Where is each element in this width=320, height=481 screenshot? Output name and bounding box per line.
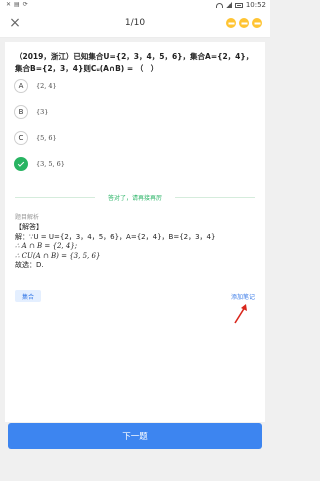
header: × 1/10	[0, 10, 270, 38]
option-text: {5, 6}	[36, 134, 57, 142]
pointer-arrow-icon	[234, 304, 247, 324]
status-left-icons: ✕ ▤ ⟳	[6, 1, 28, 8]
analysis-line: 故选：D.	[15, 261, 44, 269]
battery-icon	[234, 2, 243, 8]
status-right-icons: 10:52	[215, 1, 266, 9]
wifi-icon	[215, 2, 223, 8]
analysis-line: 【解答】	[15, 223, 43, 231]
analysis-line: ∴ A ∩ B = {2, 4};	[15, 242, 78, 250]
knowledge-tag[interactable]: 集合	[15, 290, 41, 302]
question-card: （2019，浙江）已知集合U={2，3，4，5，6}，集合A={2，4}，集合B…	[5, 42, 265, 422]
clock: 10:52	[245, 1, 266, 9]
app-icon: ✕	[6, 1, 12, 8]
sync-icon: ⟳	[22, 1, 28, 8]
option-text: {2, 4}	[36, 82, 57, 90]
add-note-link[interactable]: 添加笔记	[231, 292, 255, 301]
option-c[interactable]: C {5, 6}	[14, 130, 214, 146]
more-dot-icon	[226, 18, 236, 28]
option-text: {3}	[36, 108, 49, 116]
option-letter: A	[14, 79, 28, 93]
more-dot-icon	[252, 18, 262, 28]
check-icon	[14, 157, 28, 171]
next-question-button[interactable]: 下一题	[8, 423, 262, 449]
notification-icon: ▤	[14, 1, 20, 8]
analysis-line: 解：∵U = U={2，3，4，5，6}，A={2，4}，B={2，3，4}	[15, 232, 216, 241]
analysis-title: 题目解析	[15, 214, 40, 221]
option-d[interactable]: {3, 5, 6}	[14, 156, 214, 172]
option-text: {3, 5, 6}	[36, 160, 65, 168]
option-b[interactable]: B {3}	[14, 104, 214, 120]
analysis-line: ∴ CU(A ∩ B) = {3, 5, 6}	[15, 251, 101, 260]
question-text: （2019，浙江）已知集合U={2，3，4，5，6}，集合A={2，4}，集合B…	[15, 52, 254, 73]
option-a[interactable]: A {2, 4}	[14, 78, 214, 94]
signal-icon	[225, 2, 232, 8]
more-menu-button[interactable]	[226, 18, 262, 28]
more-dot-icon	[239, 18, 249, 28]
option-letter: C	[14, 131, 28, 145]
status-bar: ✕ ▤ ⟳ 10:52	[0, 0, 270, 10]
option-letter: B	[14, 105, 28, 119]
analysis-body: 【解答】 解：∵U = U={2，3，4，5，6}，A={2，4}，B={2，3…	[15, 223, 255, 271]
feedback-message: 答对了，请再接再厉	[5, 193, 265, 202]
